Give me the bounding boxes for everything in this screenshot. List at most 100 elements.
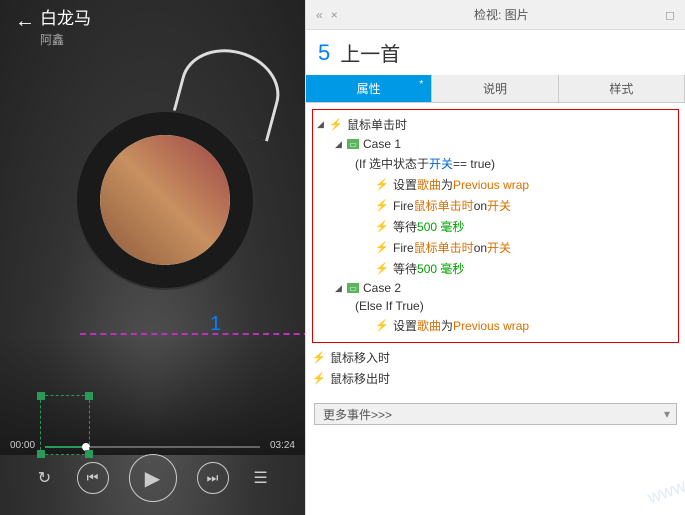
action-text: 设置 — [393, 317, 417, 334]
inspector-panel: « × 检视: 图片 ◻ 5 上一首 属性 * 说明 样式 ◢ ⚡ 鼠标单击时 … — [305, 0, 685, 515]
bolt-icon: ⚡ — [375, 242, 389, 254]
annotation-path — [80, 215, 305, 335]
action-text: 等待 — [393, 260, 417, 277]
prev-icon: ⏮ — [87, 470, 99, 486]
case-label: Case 1 — [363, 137, 401, 151]
locate-icon[interactable]: ◻ — [665, 8, 675, 22]
back-icon: ← — [15, 10, 35, 33]
cond-text: == true) — [453, 157, 495, 171]
action-text: 设置 — [393, 176, 417, 193]
tab-properties[interactable]: 属性 * — [306, 75, 432, 102]
action-target: 歌曲 — [417, 176, 441, 193]
bolt-icon: ⚡ — [375, 179, 389, 191]
next-button[interactable]: ⏭ — [197, 462, 229, 494]
event-label: 鼠标单击时 — [347, 116, 407, 133]
action-fire-1[interactable]: ⚡ Fire 鼠标单击时 on 开关 — [317, 195, 674, 216]
case-2-condition: (Else If True) — [317, 297, 674, 315]
tab-label: 样式 — [609, 80, 633, 97]
bolt-icon: ⚡ — [312, 352, 326, 364]
annotation-step-5: 5 — [318, 40, 330, 66]
case-icon: ▭ — [347, 139, 359, 149]
action-text: on — [474, 199, 487, 213]
tab-label: 说明 — [483, 80, 507, 97]
action-target: 开关 — [487, 239, 511, 256]
inspector-header: « × 检视: 图片 ◻ — [306, 0, 685, 30]
play-button[interactable]: ▶ — [129, 454, 177, 502]
case-icon: ▭ — [347, 283, 359, 293]
event-label: 鼠标移出时 — [330, 370, 390, 387]
bolt-icon: ⚡ — [375, 263, 389, 275]
event-onclick[interactable]: ◢ ⚡ 鼠标单击时 — [317, 114, 674, 135]
action-wait-1[interactable]: ⚡ 等待 500 毫秒 — [317, 216, 674, 237]
case-label: Case 2 — [363, 281, 401, 295]
event-onmouseout[interactable]: ⚡ 鼠标移出时 — [312, 368, 679, 389]
time-total: 03:24 — [270, 440, 295, 451]
inspector-tabs: 属性 * 说明 样式 — [306, 75, 685, 103]
event-label: 鼠标移入时 — [330, 349, 390, 366]
action-text: Fire — [393, 199, 414, 213]
repeat-icon: ↻ — [38, 468, 51, 488]
cond-var: 开关 — [429, 155, 453, 172]
action-text: 为 — [441, 176, 453, 193]
action-wait-2[interactable]: ⚡ 等待 500 毫秒 — [317, 258, 674, 279]
action-set-2[interactable]: ⚡ 设置 歌曲 为 Previous wrap — [317, 315, 674, 336]
music-player-preview: ← 白龙马 阿鑫 1 00:00 03:24 ↻ ⏮ ▶ ⏭ ☰ — [0, 0, 305, 515]
bolt-icon: ⚡ — [312, 373, 326, 385]
interaction-tree: ◢ ⚡ 鼠标单击时 ◢ ▭ Case 1 (If 选中状态于 开关 == tru… — [306, 103, 685, 395]
element-title-row: 5 上一首 — [306, 30, 685, 75]
tab-notes[interactable]: 说明 — [432, 75, 558, 102]
action-event: 鼠标单击时 — [414, 197, 474, 214]
play-icon: ▶ — [145, 466, 160, 491]
toggle-icon[interactable]: ◢ — [317, 119, 327, 130]
inspector-title: 检视: 图片 — [338, 6, 665, 23]
action-text: 为 — [441, 317, 453, 334]
bolt-icon: ⚡ — [375, 221, 389, 233]
back-button[interactable]: ← — [10, 6, 40, 36]
action-set-1[interactable]: ⚡ 设置 歌曲 为 Previous wrap — [317, 174, 674, 195]
header-left-controls: « × — [316, 8, 338, 22]
action-value: 500 毫秒 — [417, 260, 464, 277]
bolt-icon: ⚡ — [375, 200, 389, 212]
tab-label: 属性 — [357, 80, 381, 97]
playlist-button[interactable]: ☰ — [249, 466, 273, 490]
resize-handle[interactable] — [85, 392, 93, 400]
toggle-icon[interactable]: ◢ — [335, 283, 345, 294]
action-target: 歌曲 — [417, 317, 441, 334]
dirty-indicator: * — [419, 79, 423, 90]
artist-name: 阿鑫 — [40, 31, 91, 48]
close-icon[interactable]: × — [331, 8, 338, 22]
action-value: Previous wrap — [453, 178, 529, 192]
collapse-icon[interactable]: « — [316, 8, 323, 22]
selection-outline[interactable] — [40, 395, 90, 455]
case-1[interactable]: ◢ ▭ Case 1 — [317, 135, 674, 153]
action-text: 等待 — [393, 218, 417, 235]
action-text: on — [474, 241, 487, 255]
annotation-step-1: 1 — [210, 313, 221, 336]
highlighted-event-group: ◢ ⚡ 鼠标单击时 ◢ ▭ Case 1 (If 选中状态于 开关 == tru… — [312, 109, 679, 343]
repeat-button[interactable]: ↻ — [33, 466, 57, 490]
more-events-dropdown[interactable]: 更多事件>>> — [314, 403, 677, 425]
element-name: 上一首 — [340, 38, 400, 67]
cond-text: (If 选中状态于 — [355, 155, 429, 172]
watermark: www.pm... — [645, 460, 685, 508]
toggle-icon[interactable]: ◢ — [335, 139, 345, 150]
action-text: Fire — [393, 241, 414, 255]
player-controls: ↻ ⏮ ▶ ⏭ ☰ — [0, 453, 305, 503]
cond-text: (Else If True) — [355, 299, 424, 313]
case-2[interactable]: ◢ ▭ Case 2 — [317, 279, 674, 297]
list-icon: ☰ — [253, 468, 267, 488]
case-1-condition: (If 选中状态于 开关 == true) — [317, 153, 674, 174]
bolt-icon: ⚡ — [375, 320, 389, 332]
action-value: 500 毫秒 — [417, 218, 464, 235]
more-events-label: 更多事件>>> — [323, 406, 392, 423]
resize-handle[interactable] — [37, 392, 45, 400]
action-event: 鼠标单击时 — [414, 239, 474, 256]
time-current: 00:00 — [10, 440, 35, 451]
event-onmousein[interactable]: ⚡ 鼠标移入时 — [312, 347, 679, 368]
action-target: 开关 — [487, 197, 511, 214]
bolt-icon: ⚡ — [329, 119, 343, 131]
prev-button[interactable]: ⏮ — [77, 462, 109, 494]
tab-style[interactable]: 样式 — [559, 75, 685, 102]
action-value: Previous wrap — [453, 319, 529, 333]
action-fire-2[interactable]: ⚡ Fire 鼠标单击时 on 开关 — [317, 237, 674, 258]
